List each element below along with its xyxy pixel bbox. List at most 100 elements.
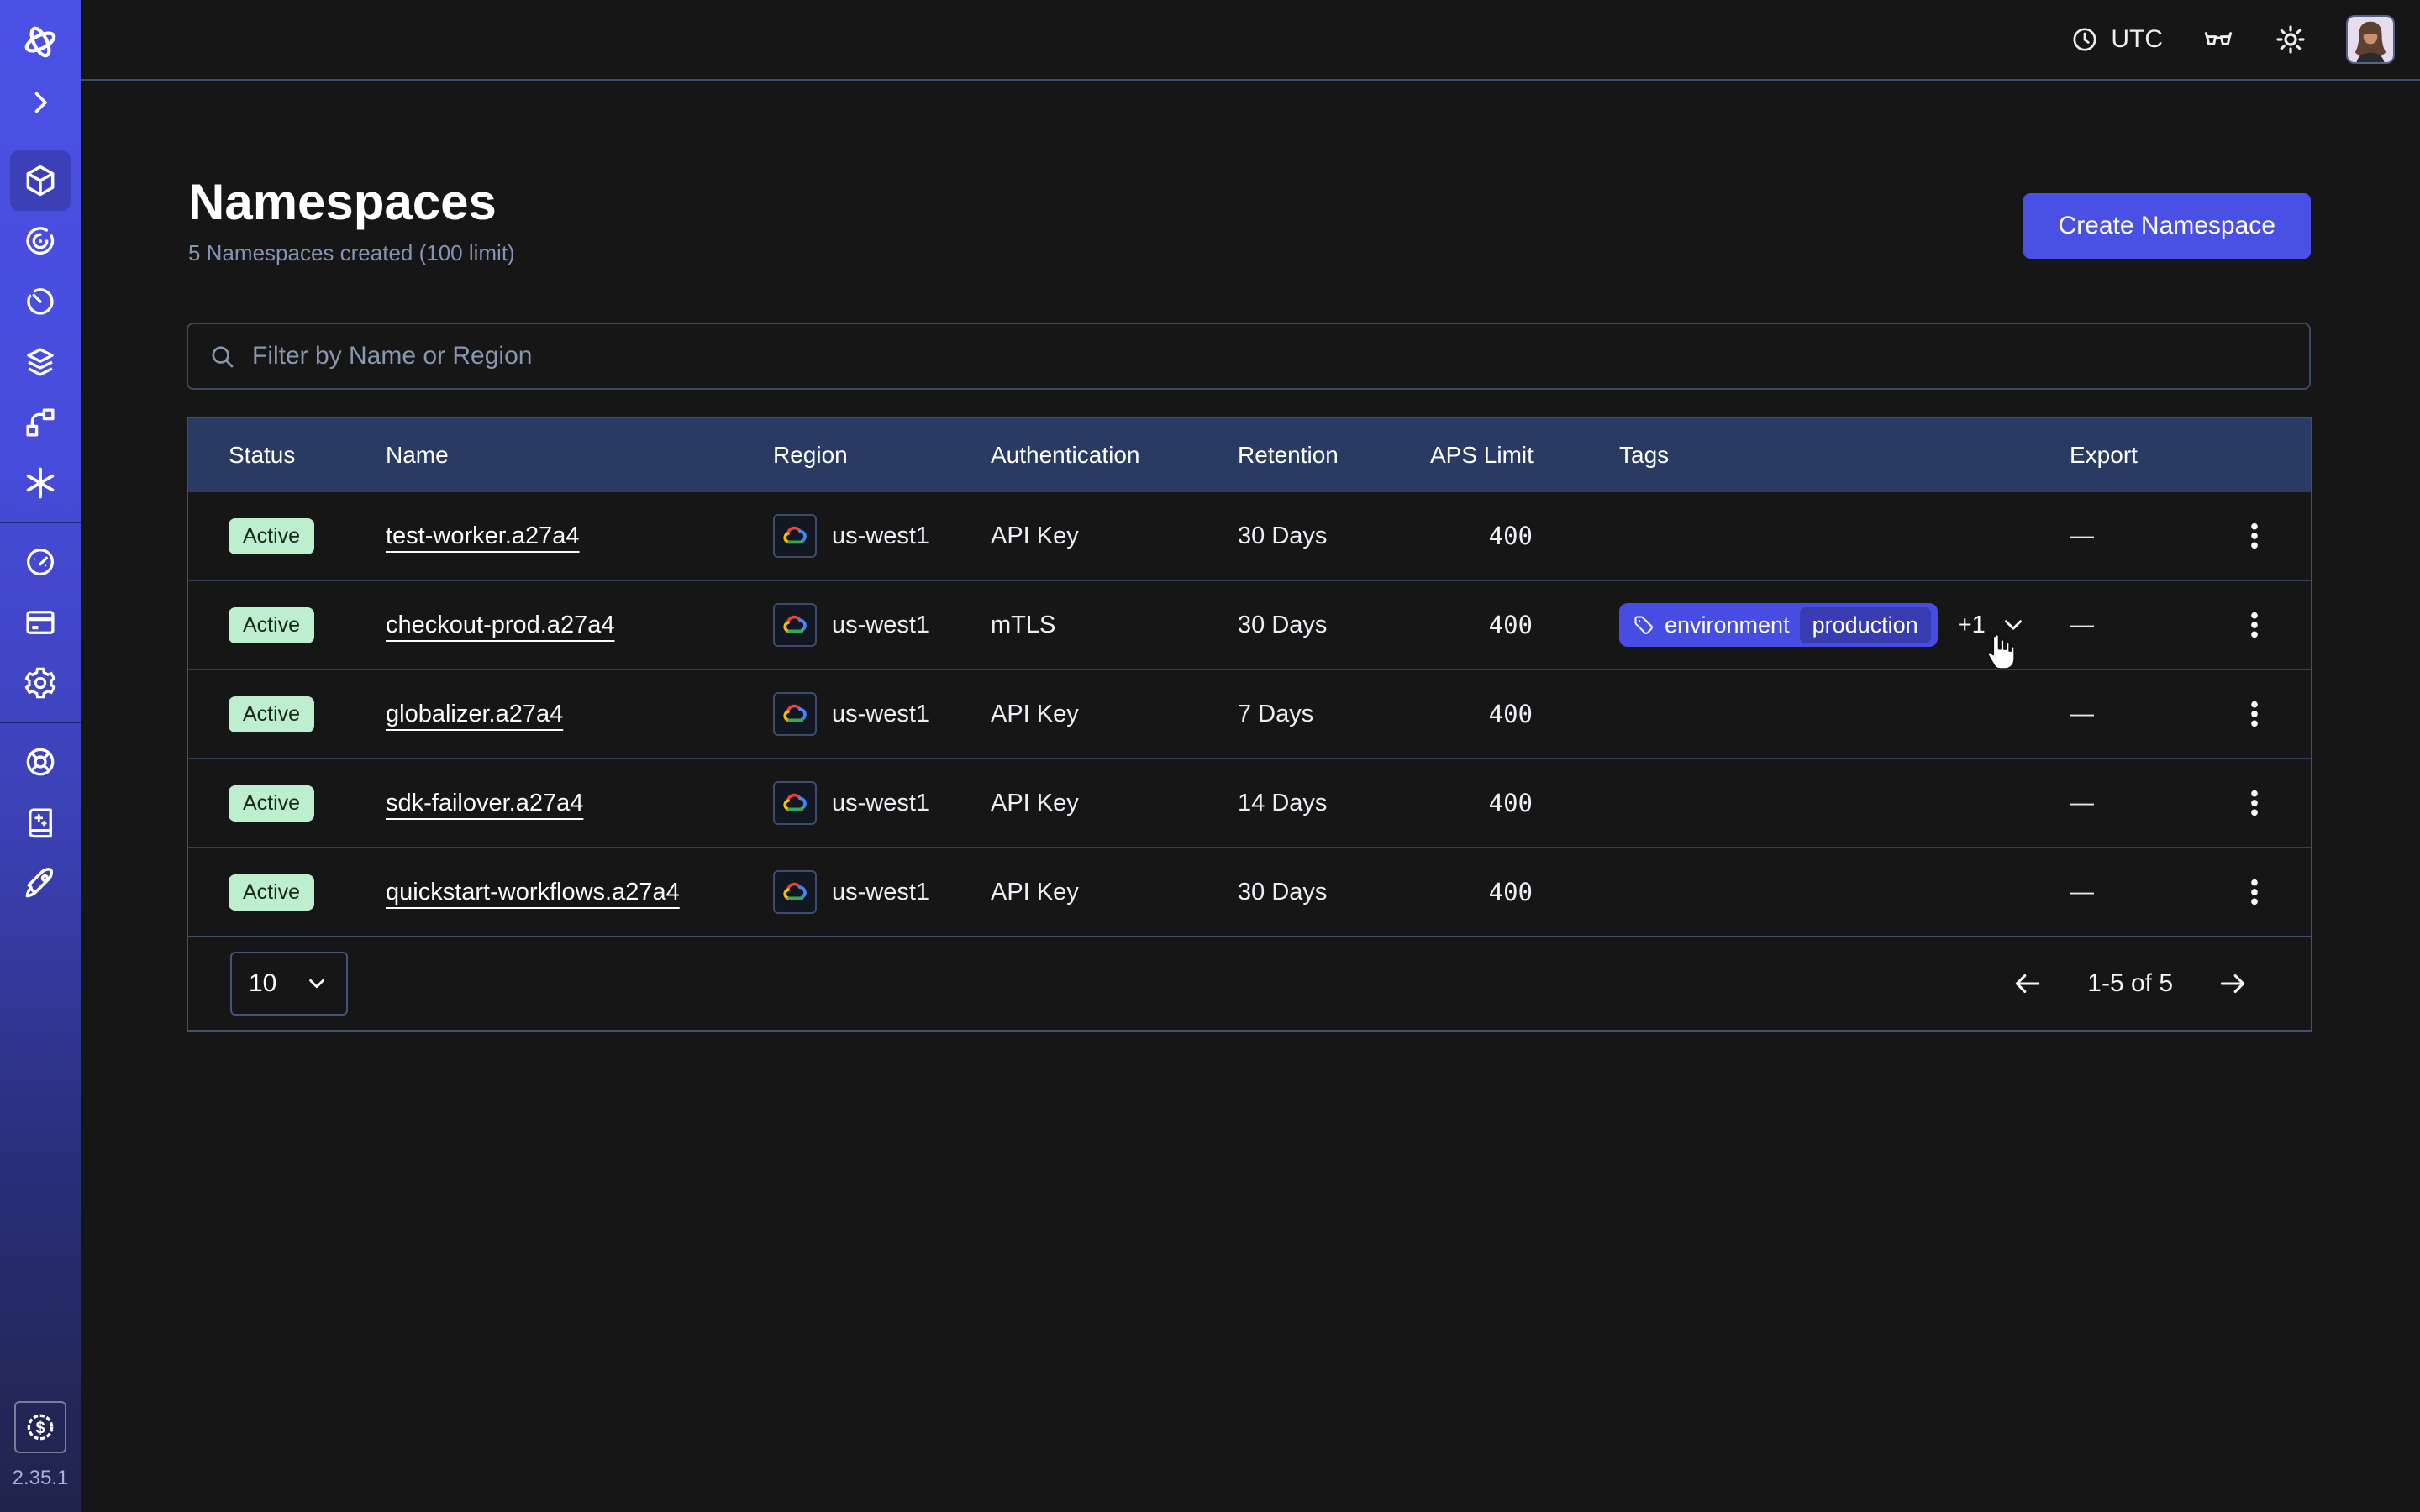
status-cell: Active (188, 581, 345, 669)
region-label: us-west1 (832, 522, 929, 550)
table-body: Active test-worker.a27a4 us-west1 API Ke… (188, 492, 2311, 936)
sidebar-item-settings[interactable] (10, 653, 71, 713)
user-avatar[interactable] (2346, 15, 2395, 64)
tags-cell (1579, 848, 2029, 936)
sidebar-divider (0, 722, 81, 723)
timer-icon (23, 284, 58, 319)
region-cell: us-west1 (733, 670, 950, 758)
sidebar-item-usage[interactable] (10, 532, 71, 592)
gcp-icon (781, 790, 809, 816)
sidebar-item-nexus[interactable] (10, 453, 71, 513)
filter-input[interactable] (250, 341, 2289, 371)
glasses-icon (2202, 23, 2235, 56)
lifebuoy-icon (23, 744, 58, 780)
region-provider-box (773, 692, 817, 736)
temporal-logo-icon (21, 23, 60, 61)
sidebar-item-namespaces[interactable] (10, 150, 71, 211)
namespaces-table: Status Name Region Authentication Retent… (187, 417, 2312, 1032)
region-label: us-west1 (832, 701, 929, 728)
region-cell: us-west1 (733, 848, 950, 936)
region-provider-box (773, 603, 817, 647)
actions-cell (2197, 670, 2311, 758)
row-menu-button[interactable] (2232, 511, 2277, 561)
theme-toggle-button[interactable] (2274, 23, 2307, 56)
next-page-button[interactable] (2213, 964, 2252, 1003)
swirl-icon (23, 223, 58, 259)
sidebar-item-schedules[interactable] (10, 271, 71, 332)
row-menu-button[interactable] (2232, 778, 2277, 828)
page-size-select[interactable]: 10 (230, 952, 348, 1016)
retention-cell: 14 Days (1197, 759, 1390, 847)
table-row: Active checkout-prod.a27a4 us-west1 mTLS… (188, 580, 2311, 669)
chevron-down-icon[interactable] (1999, 611, 2028, 639)
namespace-tag[interactable]: environment production (1619, 603, 1938, 647)
table-row: Active quickstart-workflows.a27a4 us-wes… (188, 847, 2311, 936)
namespace-link[interactable]: sdk-failover.a27a4 (386, 790, 583, 817)
column-header-aps-limit: APS Limit (1390, 418, 1579, 492)
namespace-link[interactable]: quickstart-workflows.a27a4 (386, 879, 680, 906)
gear-icon (23, 665, 58, 701)
name-cell: globalizer.a27a4 (345, 670, 733, 758)
table-row: Active test-worker.a27a4 us-west1 API Ke… (188, 492, 2311, 580)
column-header-name: Name (345, 418, 733, 492)
authentication-cell: API Key (950, 848, 1197, 936)
sun-icon (2274, 23, 2307, 56)
region-label: us-west1 (832, 790, 929, 817)
sidebar-item-support[interactable] (10, 732, 71, 792)
actions-cell (2197, 759, 2311, 847)
name-cell: sdk-failover.a27a4 (345, 759, 733, 847)
kebab-menu-icon (2240, 875, 2269, 909)
feedback-button[interactable] (2202, 23, 2235, 56)
row-menu-button[interactable] (2232, 600, 2277, 650)
sidebar-item-billing[interactable] (10, 592, 71, 653)
status-badge: Active (229, 785, 314, 822)
tag-key: environment (1665, 612, 1790, 638)
column-header-region: Region (733, 418, 950, 492)
sidebar-item-workflows[interactable] (10, 211, 71, 271)
table-row: Active globalizer.a27a4 us-west1 API Key… (188, 669, 2311, 758)
credits-button[interactable]: $ (14, 1401, 66, 1453)
row-menu-button[interactable] (2232, 689, 2277, 739)
namespace-link[interactable]: test-worker.a27a4 (386, 522, 580, 550)
sidebar-expand-button[interactable] (10, 72, 71, 133)
topbar: UTC (81, 0, 2420, 81)
sidebar-item-getting-started[interactable] (10, 853, 71, 913)
timezone-selector[interactable]: UTC (2070, 25, 2163, 54)
column-header-status: Status (188, 418, 345, 492)
namespace-link[interactable]: checkout-prod.a27a4 (386, 612, 614, 639)
authentication-cell: mTLS (950, 581, 1197, 669)
region-label: us-west1 (832, 879, 929, 906)
book-sparkle-icon (23, 805, 58, 840)
gcp-icon (781, 701, 809, 727)
create-namespace-button[interactable]: Create Namespace (2023, 193, 2311, 259)
region-provider-box (773, 514, 817, 558)
chevron-down-icon (304, 971, 329, 996)
app-version: 2.35.1 (13, 1467, 69, 1490)
filter-bar (187, 323, 2311, 390)
temporal-logo-icon[interactable] (10, 12, 71, 72)
sidebar-item-docs[interactable] (10, 792, 71, 853)
actions-cell (2197, 492, 2311, 580)
sidebar-item-batch-operations[interactable] (10, 392, 71, 453)
export-value: — (2070, 701, 2094, 728)
kebab-menu-icon (2240, 786, 2269, 820)
kebab-menu-icon (2240, 519, 2269, 553)
actions-cell (2197, 848, 2311, 936)
kebab-menu-icon (2240, 608, 2269, 642)
name-cell: quickstart-workflows.a27a4 (345, 848, 733, 936)
export-value: — (2070, 790, 2094, 817)
page-size-value: 10 (249, 969, 276, 998)
aps-limit-cell: 400 (1390, 492, 1579, 580)
timezone-label: UTC (2111, 25, 2163, 54)
status-badge: Active (229, 696, 314, 732)
row-menu-button[interactable] (2232, 867, 2277, 917)
namespace-link[interactable]: globalizer.a27a4 (386, 701, 563, 728)
export-value: — (2070, 522, 2094, 550)
region-cell: us-west1 (733, 581, 950, 669)
previous-page-button[interactable] (2008, 964, 2047, 1003)
sidebar-item-deployments[interactable] (10, 332, 71, 392)
asterisk-icon (22, 465, 59, 501)
export-value: — (2070, 612, 2094, 639)
table-header-row: Status Name Region Authentication Retent… (188, 418, 2311, 492)
clock-icon (2070, 25, 2099, 54)
